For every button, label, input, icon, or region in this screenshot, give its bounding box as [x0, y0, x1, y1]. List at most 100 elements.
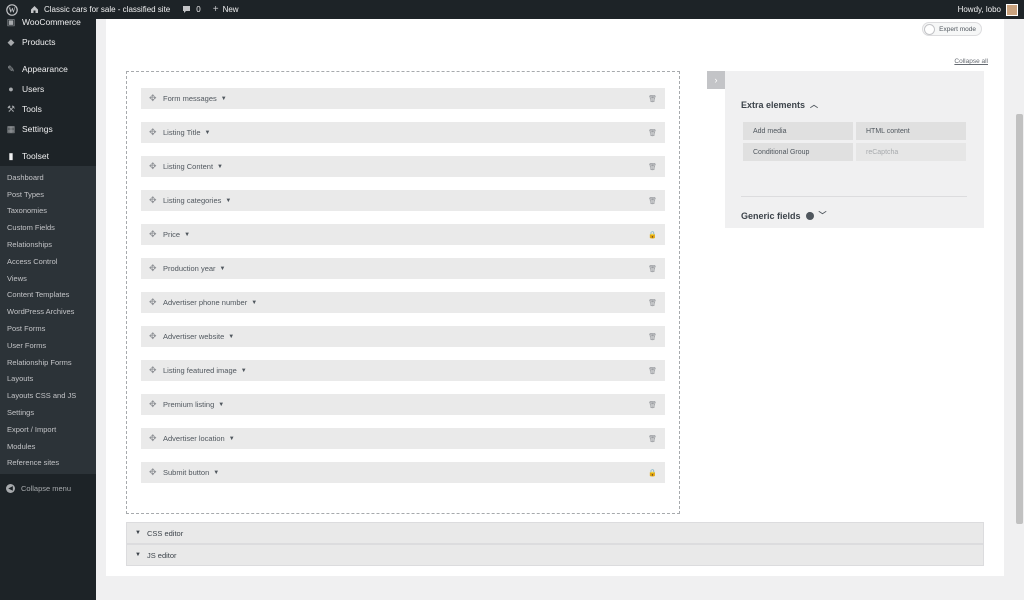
field-row[interactable]: ✥ Form messages ▼ 🗑 — [141, 88, 665, 109]
sidebar-item-toolset[interactable]: ▮ Toolset — [0, 146, 96, 166]
drag-handle-icon[interactable]: ✥ — [149, 127, 159, 138]
drag-handle-icon[interactable]: ✥ — [149, 399, 159, 410]
caret-down-icon[interactable]: ▼ — [251, 300, 257, 306]
trash-icon[interactable]: 🗑 — [648, 435, 657, 443]
field-row[interactable]: ✥ Listing Title ▼ 🗑 — [141, 122, 665, 143]
field-label: Advertiser phone number — [163, 298, 248, 307]
comments-link[interactable]: 0 — [176, 0, 206, 19]
howdy-text: Howdy, lobo — [957, 5, 1001, 14]
field-row[interactable]: ✥ Production year ▼ 🗑 — [141, 258, 665, 279]
field-row[interactable]: ✥ Advertiser location ▼ 🗑 — [141, 428, 665, 449]
trash-icon[interactable]: 🗑 — [648, 299, 657, 307]
caret-down-icon[interactable]: ▼ — [218, 402, 224, 408]
sidebar-item-tools[interactable]: ⚒ Tools — [0, 99, 96, 119]
plus-icon: + — [212, 4, 219, 15]
js-editor-toggle[interactable]: ▼ JS editor — [126, 544, 984, 566]
caret-down-icon[interactable]: ▼ — [229, 436, 235, 442]
add-media-button[interactable]: Add media — [743, 122, 853, 140]
my-account-link[interactable]: Howdy, lobo — [952, 0, 1024, 19]
drag-handle-icon[interactable]: ✥ — [149, 467, 159, 478]
admin-sidebar: ▣ WooCommerce ◆ Products ✎ Appearance ● … — [0, 17, 96, 600]
trash-icon[interactable]: 🗑 — [648, 95, 657, 103]
caret-down-icon[interactable]: ▼ — [241, 368, 247, 374]
sidebar-item-appearance[interactable]: ✎ Appearance — [0, 59, 96, 79]
caret-down-icon[interactable]: ▼ — [220, 266, 226, 272]
expert-mode-toggle[interactable]: Expert mode — [922, 22, 982, 36]
trash-icon[interactable]: 🗑 — [648, 197, 657, 205]
sidebar-item-woocommerce[interactable]: ▣ WooCommerce — [0, 15, 96, 29]
caret-down-icon[interactable]: ▼ — [213, 470, 219, 476]
trash-icon[interactable]: 🗑 — [648, 401, 657, 409]
submenu-item[interactable]: Taxonomies — [0, 203, 96, 220]
svg-text:W: W — [9, 6, 16, 14]
submenu-item[interactable]: Relationships — [0, 236, 96, 253]
submenu-item[interactable]: Content Templates — [0, 287, 96, 304]
collapse-menu-button[interactable]: ◀ Collapse menu — [0, 478, 96, 498]
caret-down-icon[interactable]: ▼ — [217, 164, 223, 170]
help-icon[interactable]: ? — [805, 211, 814, 220]
drag-handle-icon[interactable]: ✥ — [149, 93, 159, 104]
field-row[interactable]: ✥ Price ▼ 🔒 — [141, 224, 665, 245]
caret-down-icon[interactable]: ▼ — [225, 198, 231, 204]
submenu-item[interactable]: Relationship Forms — [0, 354, 96, 371]
submenu-item[interactable]: Views — [0, 270, 96, 287]
page-scrollbar[interactable] — [1014, 19, 1024, 600]
trash-icon[interactable]: 🗑 — [648, 129, 657, 137]
sidebar-item-users[interactable]: ● Users — [0, 79, 96, 99]
field-row[interactable]: ✥ Listing categories ▼ 🗑 — [141, 190, 665, 211]
submenu-item[interactable]: Export / Import — [0, 421, 96, 438]
field-row[interactable]: ✥ Listing Content ▼ 🗑 — [141, 156, 665, 177]
comment-icon — [182, 5, 191, 14]
woocommerce-icon: ▣ — [6, 16, 16, 27]
submenu-item[interactable]: Access Control — [0, 253, 96, 270]
caret-down-icon[interactable]: ▼ — [184, 232, 190, 238]
submenu-item[interactable]: WordPress Archives — [0, 303, 96, 320]
drag-handle-icon[interactable]: ✥ — [149, 433, 159, 444]
submenu-item[interactable]: Layouts CSS and JS — [0, 387, 96, 404]
css-editor-toggle[interactable]: ▼ CSS editor — [126, 522, 984, 544]
caret-down-icon[interactable]: ▼ — [205, 130, 211, 136]
collapse-all-link[interactable]: Collapse all — [954, 58, 988, 65]
field-row[interactable]: ✥ Advertiser phone number ▼ 🗑 — [141, 292, 665, 313]
submenu-item[interactable]: Post Types — [0, 186, 96, 203]
trash-icon[interactable]: 🗑 — [648, 265, 657, 273]
chevron-right-icon[interactable]: › — [707, 71, 725, 89]
drag-handle-icon[interactable]: ✥ — [149, 331, 159, 342]
submenu-item[interactable]: Reference sites — [0, 455, 96, 472]
submenu-item[interactable]: Post Forms — [0, 320, 96, 337]
generic-fields-toggle[interactable]: Generic fields ? ﹀ — [741, 210, 827, 221]
field-row[interactable]: ✥ Advertiser website ▼ 🗑 — [141, 326, 665, 347]
conditional-group-button[interactable]: Conditional Group — [743, 143, 853, 161]
scrollbar-thumb[interactable] — [1016, 114, 1023, 524]
drag-handle-icon[interactable]: ✥ — [149, 365, 159, 376]
drag-handle-icon[interactable]: ✥ — [149, 161, 159, 172]
extra-elements-toggle[interactable]: Extra elements ︿ — [741, 99, 818, 110]
chevron-down-icon: ﹀ — [818, 211, 827, 220]
submenu-item[interactable]: User Forms — [0, 337, 96, 354]
new-content-link[interactable]: + New — [207, 0, 245, 19]
submenu-item[interactable]: Settings — [0, 404, 96, 421]
submenu-item[interactable]: Custom Fields — [0, 219, 96, 236]
field-row[interactable]: ✥ Listing featured image ▼ 🗑 — [141, 360, 665, 381]
trash-icon[interactable]: 🗑 — [648, 333, 657, 341]
expert-mode-label: Expert mode — [939, 25, 976, 33]
drag-handle-icon[interactable]: ✥ — [149, 229, 159, 240]
submenu-item[interactable]: Modules — [0, 438, 96, 455]
drag-handle-icon[interactable]: ✥ — [149, 195, 159, 206]
field-label: Listing Title — [163, 128, 201, 137]
submenu-item[interactable]: Dashboard — [0, 169, 96, 186]
drag-handle-icon[interactable]: ✥ — [149, 263, 159, 274]
field-label: Submit button — [163, 468, 210, 477]
drag-handle-icon[interactable]: ✥ — [149, 297, 159, 308]
html-content-button[interactable]: HTML content — [856, 122, 966, 140]
sidebar-item-products[interactable]: ◆ Products — [0, 32, 96, 52]
caret-down-icon[interactable]: ▼ — [228, 334, 234, 340]
trash-icon[interactable]: 🗑 — [648, 367, 657, 375]
caret-down-icon: ▼ — [135, 530, 141, 536]
field-row[interactable]: ✥ Premium listing ▼ 🗑 — [141, 394, 665, 415]
trash-icon[interactable]: 🗑 — [648, 163, 657, 171]
caret-down-icon[interactable]: ▼ — [221, 96, 227, 102]
field-row[interactable]: ✥ Submit button ▼ 🔒 — [141, 462, 665, 483]
submenu-item[interactable]: Layouts — [0, 371, 96, 388]
sidebar-item-settings[interactable]: ▦ Settings — [0, 119, 96, 139]
